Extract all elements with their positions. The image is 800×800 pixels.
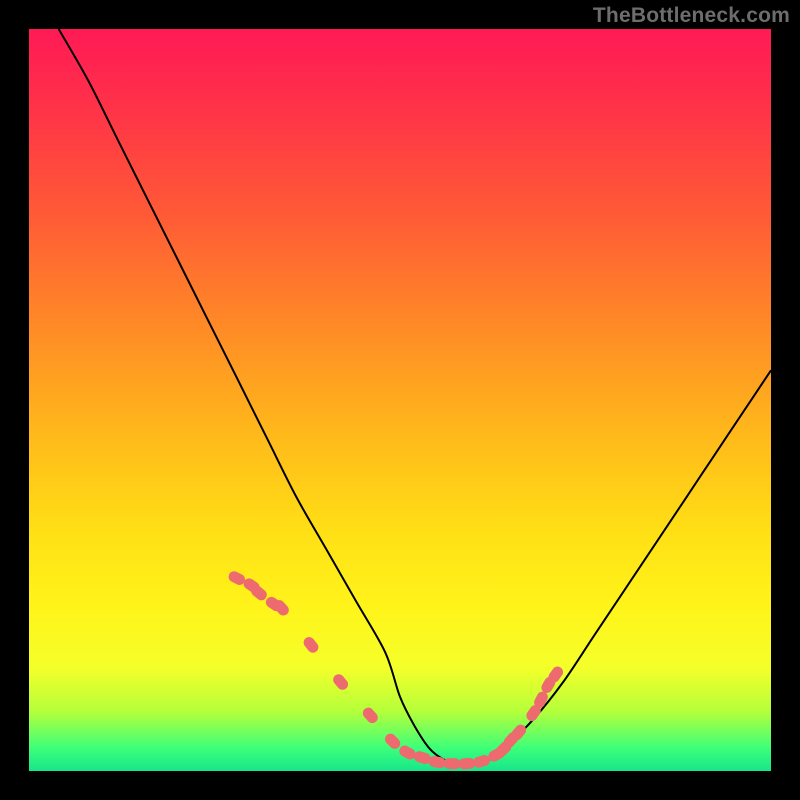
bottleneck-curve-path — [59, 29, 771, 764]
highlight-dot — [458, 757, 476, 769]
highlight-dot — [331, 672, 350, 692]
highlight-dot — [301, 635, 320, 655]
highlight-dot — [383, 731, 403, 751]
chart-svg — [29, 29, 771, 771]
bottleneck-curve — [59, 29, 771, 764]
highlight-dots — [227, 569, 565, 769]
watermark-text: TheBottleneck.com — [593, 4, 790, 28]
chart-frame: TheBottleneck.com — [0, 0, 800, 800]
chart-plot-area — [29, 29, 771, 771]
highlight-dot — [443, 758, 461, 770]
highlight-dot — [361, 705, 380, 725]
